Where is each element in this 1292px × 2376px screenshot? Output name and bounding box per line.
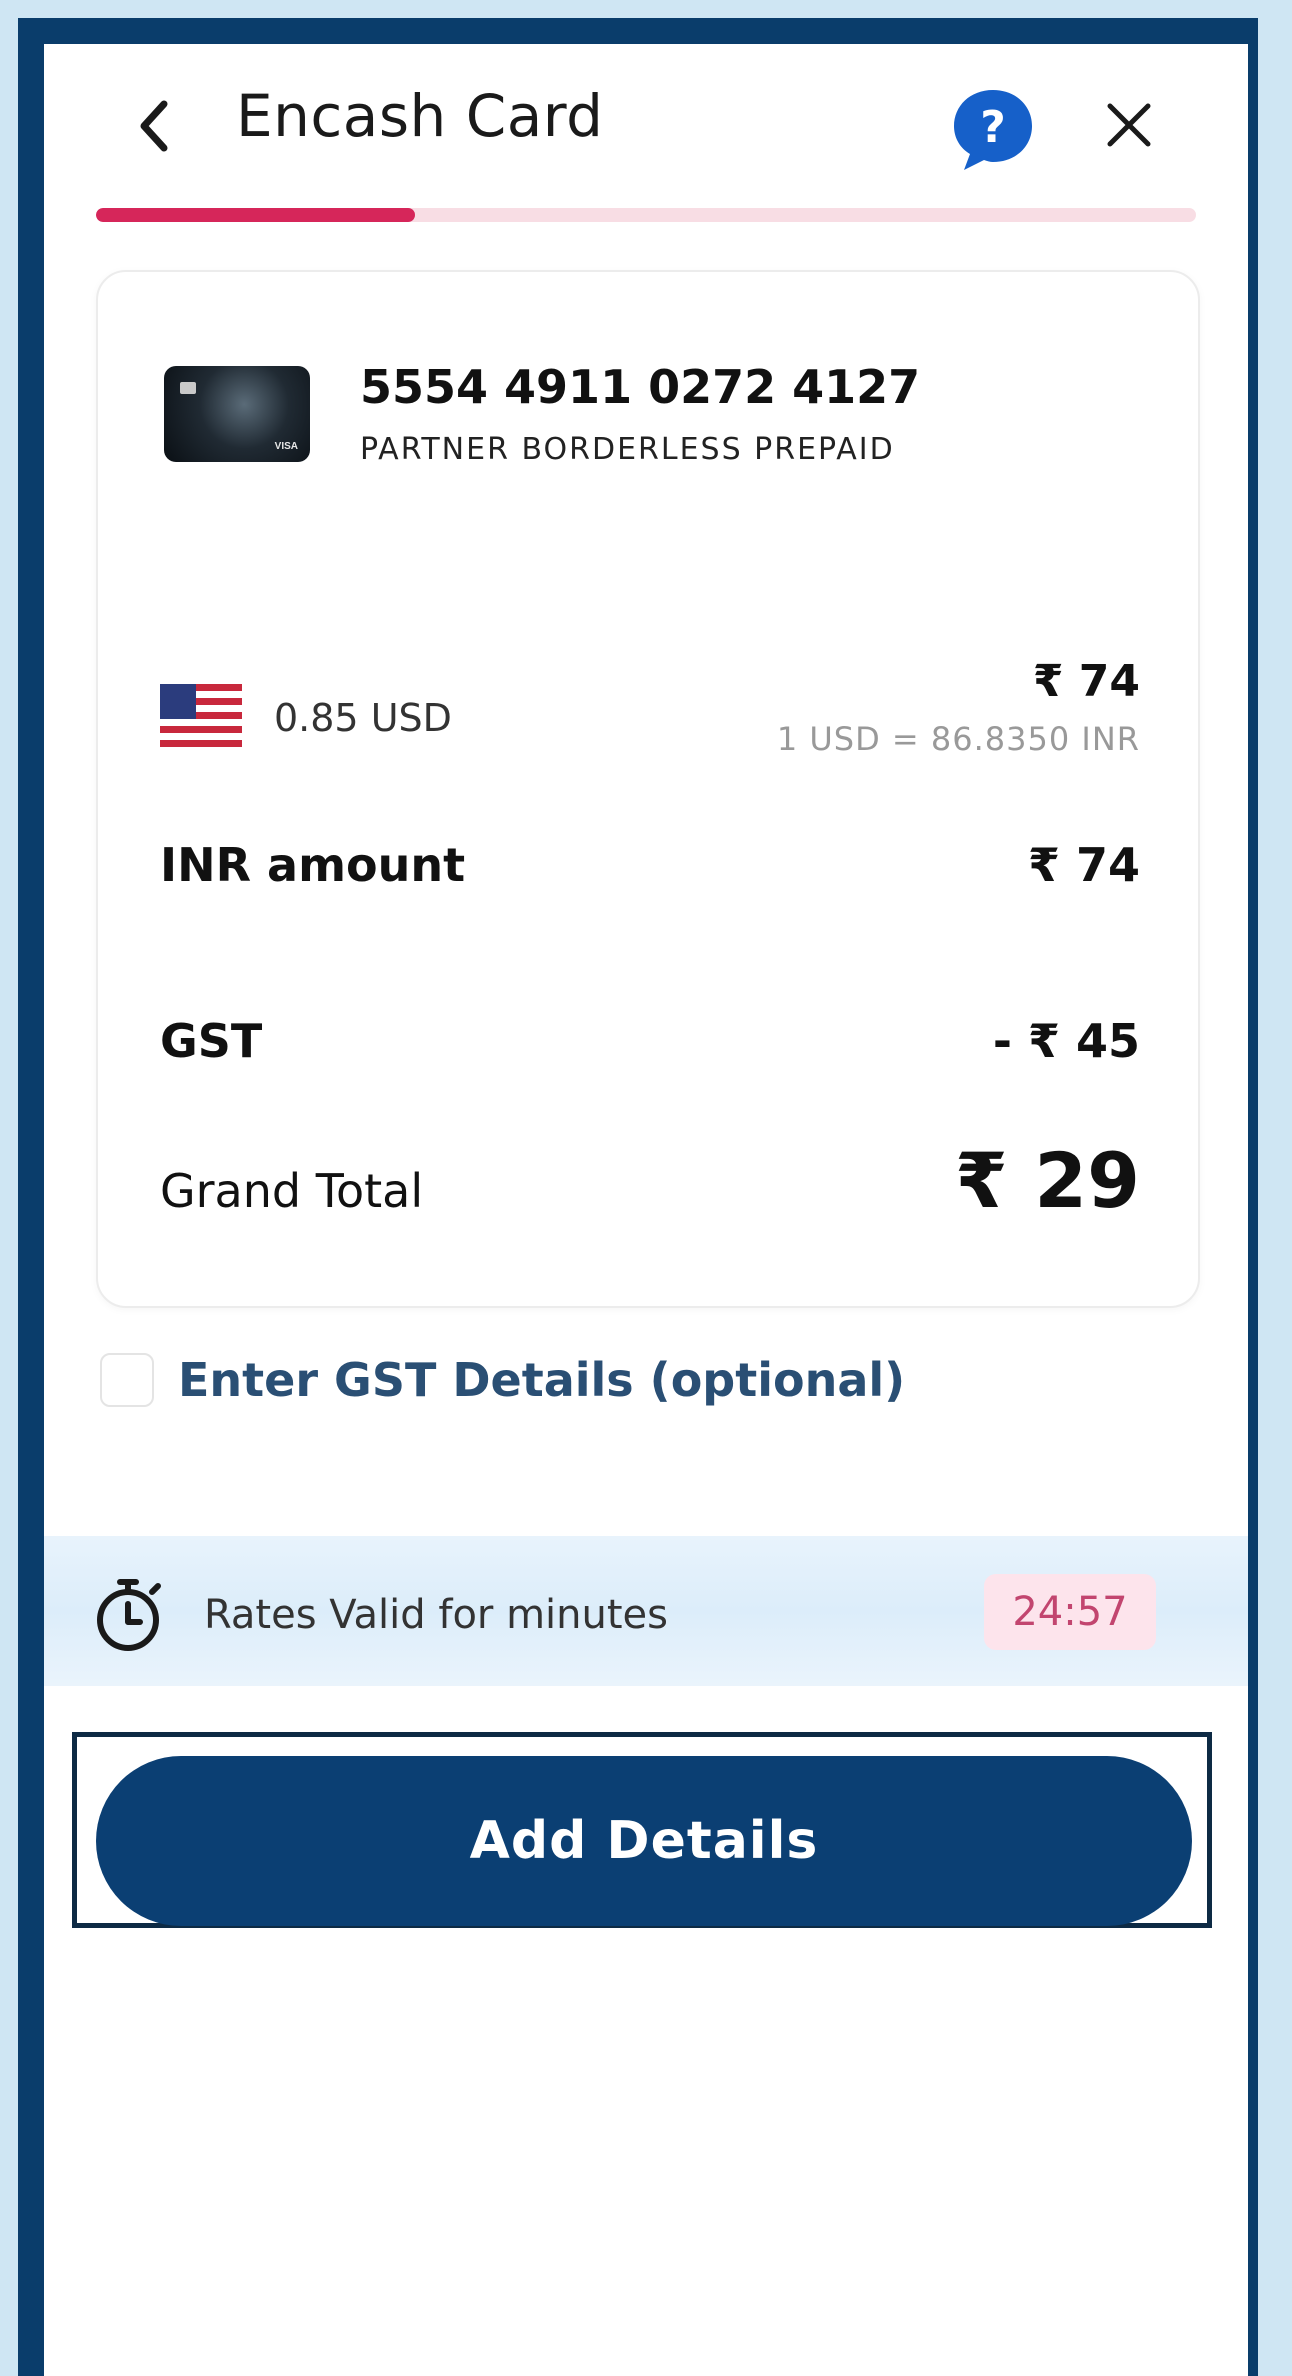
gst-details-link[interactable]: Enter GST Details (optional) bbox=[178, 1353, 905, 1407]
visa-logo: VISA bbox=[274, 441, 298, 452]
stopwatch-icon bbox=[97, 1579, 161, 1651]
encash-card-screen: Encash Card ? VISA 5554 4911 0272 4127 P… bbox=[44, 44, 1248, 2376]
summary-card: VISA 5554 4911 0272 4127 PARTNER BORDERL… bbox=[96, 270, 1200, 1308]
gst-label: GST bbox=[160, 1014, 263, 1068]
gst-details-option[interactable]: Enter GST Details (optional) bbox=[100, 1340, 905, 1420]
page-title: Encash Card bbox=[236, 82, 604, 150]
card-number: 5554 4911 0272 4127 bbox=[360, 360, 921, 414]
card-thumbnail: VISA bbox=[164, 366, 310, 462]
usd-amount: 0.85 USD bbox=[274, 696, 452, 740]
help-button[interactable]: ? bbox=[948, 84, 1038, 174]
close-icon bbox=[1107, 103, 1151, 147]
back-button[interactable] bbox=[124, 86, 184, 166]
svg-text:?: ? bbox=[980, 102, 1006, 153]
converted-inr-amount: ₹ 74 bbox=[1032, 656, 1140, 707]
grand-total-label: Grand Total bbox=[160, 1164, 424, 1218]
gst-details-checkbox[interactable] bbox=[100, 1353, 154, 1407]
inr-amount-value: ₹ 74 bbox=[1027, 838, 1140, 892]
card-chip bbox=[180, 382, 196, 394]
header: Encash Card ? bbox=[44, 44, 1248, 244]
add-details-button[interactable]: Add Details bbox=[96, 1756, 1192, 1926]
us-flag-icon bbox=[160, 684, 242, 750]
card-type: PARTNER BORDERLESS PREPAID bbox=[360, 432, 895, 467]
gst-value: - ₹ 45 bbox=[992, 1014, 1140, 1068]
countdown-badge: 24:57 bbox=[984, 1574, 1156, 1650]
rate-validity-text: Rates Valid for minutes bbox=[204, 1592, 669, 1638]
progress-bar bbox=[96, 208, 1196, 222]
chevron-left-icon bbox=[140, 100, 168, 152]
help-chat-icon: ? bbox=[954, 90, 1032, 170]
exchange-rate: 1 USD = 86.8350 INR bbox=[776, 720, 1140, 758]
progress-bar-fill bbox=[96, 208, 415, 222]
inr-amount-label: INR amount bbox=[160, 838, 466, 892]
close-button[interactable] bbox=[1094, 90, 1164, 160]
grand-total-value: ₹ 29 bbox=[954, 1136, 1140, 1225]
